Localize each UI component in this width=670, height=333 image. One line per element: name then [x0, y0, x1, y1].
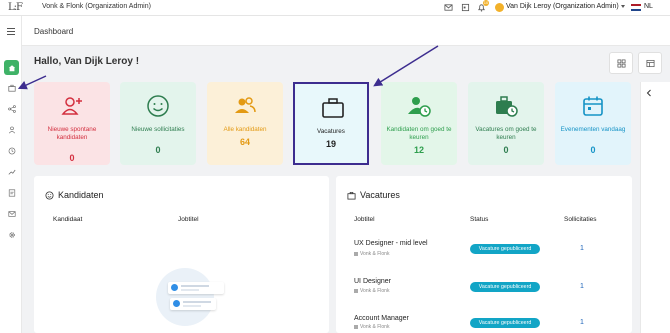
column-header: Jobtitel [354, 216, 375, 223]
vacancy-company: Vonk & Flonk [354, 251, 389, 257]
arrow-to-vacancies-card [373, 45, 439, 87]
card-vacancies[interactable]: Vacatures 19 [293, 82, 369, 165]
card-all-candidates[interactable]: Alle kandidaten 64 [207, 82, 283, 165]
card-value: 0 [503, 145, 509, 155]
smiley-icon [147, 95, 169, 117]
card-label: Vacatures om goed te keuren [475, 126, 537, 141]
card-new-applications[interactable]: Nieuwe sollicitaties 0 [120, 82, 196, 165]
card-events-today[interactable]: Evenementen vandaag 0 [555, 82, 631, 165]
user-menu[interactable]: Van Dijk Leroy (Organization Admin) [506, 3, 619, 10]
greeting: Hallo, Van Dijk Leroy ! [34, 56, 140, 67]
briefcase-icon [347, 191, 356, 200]
vacancy-company: Vonk & Flonk [354, 288, 389, 294]
card-label: Nieuwe spontane kandidaten [47, 126, 97, 141]
share-icon[interactable] [4, 101, 19, 116]
notification-badge: 10 [483, 0, 489, 6]
vacancies-panel: Vacatures Jobtitel Status Sollicitaties … [336, 176, 632, 333]
gear-icon[interactable] [4, 227, 19, 242]
panel-title: Kandidaten [58, 190, 104, 200]
status-badge: Vacature gepubliceerd [470, 282, 540, 292]
card-new-spontaneous-candidates[interactable]: Nieuwe spontane kandidaten 0 [34, 82, 110, 165]
vacancy-title[interactable]: UX Designer - mid level [354, 240, 428, 247]
vacancy-title[interactable]: Account Manager [354, 315, 409, 322]
status-badge: Vacature gepubliceerd [470, 244, 540, 254]
briefcase-clock-icon [496, 96, 518, 117]
right-panel-rail [640, 82, 670, 333]
card-label: Nieuwe sollicitaties [131, 126, 185, 133]
card-value: 0 [69, 153, 75, 163]
table-icon [646, 59, 654, 67]
logo[interactable]: L:F [8, 2, 23, 13]
column-header: Jobtitel [178, 216, 199, 223]
candidates-panel: Kandidaten Kandidaat Jobtitel [34, 176, 329, 333]
mail-icon[interactable] [4, 206, 19, 221]
vacancy-title[interactable]: UI Designer [354, 278, 391, 285]
card-label: Kandidaten om goed te keuren [386, 126, 452, 141]
organization-name: Vonk & Flonk (Organization Admin) [42, 3, 151, 10]
grid-icon [617, 59, 625, 67]
checklist-icon[interactable] [4, 185, 19, 200]
column-header: Status [470, 216, 489, 223]
card-value: 0 [155, 145, 161, 155]
card-vacancies-to-approve[interactable]: Vacatures om goed te keuren 0 [468, 82, 544, 165]
table-view-button[interactable] [638, 52, 662, 74]
card-value: 64 [239, 137, 250, 147]
card-label: Alle kandidaten [223, 126, 267, 133]
panel-title: Vacatures [360, 190, 400, 200]
applications-count[interactable]: 1 [580, 319, 584, 326]
dutch-flag-icon[interactable] [631, 4, 641, 11]
user-clock-icon [408, 97, 431, 117]
card-candidates-to-approve[interactable]: Kandidaten om goed te keuren 12 [381, 82, 457, 165]
briefcase-icon[interactable] [4, 80, 19, 95]
mail-icon[interactable] [444, 3, 453, 12]
breadcrumb: Dashboard [22, 16, 670, 46]
applications-count[interactable]: 1 [580, 283, 584, 290]
vacancy-company: Vonk & Flonk [354, 324, 389, 330]
trend-icon[interactable] [4, 164, 19, 179]
briefcase-icon [322, 98, 344, 118]
card-label: Vacatures [317, 128, 345, 135]
card-value: 0 [590, 145, 596, 155]
chevron-left-icon[interactable] [644, 88, 654, 98]
top-bar: L:F Vonk & Flonk (Organization Admin) 10… [0, 0, 670, 16]
calendar-icon [583, 96, 603, 116]
card-value: 19 [325, 139, 336, 149]
status-badge: Vacature gepubliceerd [470, 318, 540, 328]
avatar[interactable] [495, 3, 504, 12]
illustration-card [170, 298, 216, 310]
card-value: 12 [413, 145, 424, 155]
calendar-icon[interactable] [461, 3, 470, 12]
column-header: Sollicitaties [564, 216, 597, 223]
column-header: Kandidaat [53, 216, 83, 223]
illustration-card [168, 282, 224, 294]
users-icon[interactable] [4, 122, 19, 137]
users-icon [235, 97, 256, 113]
smiley-icon [45, 191, 54, 200]
card-label: Evenementen vandaag [560, 126, 626, 133]
language-select[interactable]: NL [644, 3, 653, 10]
chevron-down-icon[interactable] [621, 5, 625, 8]
page-title: Dashboard [34, 27, 74, 36]
grid-view-button[interactable] [609, 52, 633, 74]
menu-icon[interactable] [7, 28, 15, 37]
add-user-icon [61, 97, 82, 115]
applications-count[interactable]: 1 [580, 245, 584, 252]
empty-state-illustration [156, 268, 224, 326]
sidebar [0, 16, 22, 333]
clock-icon[interactable] [4, 143, 19, 158]
home-icon[interactable] [4, 60, 19, 75]
